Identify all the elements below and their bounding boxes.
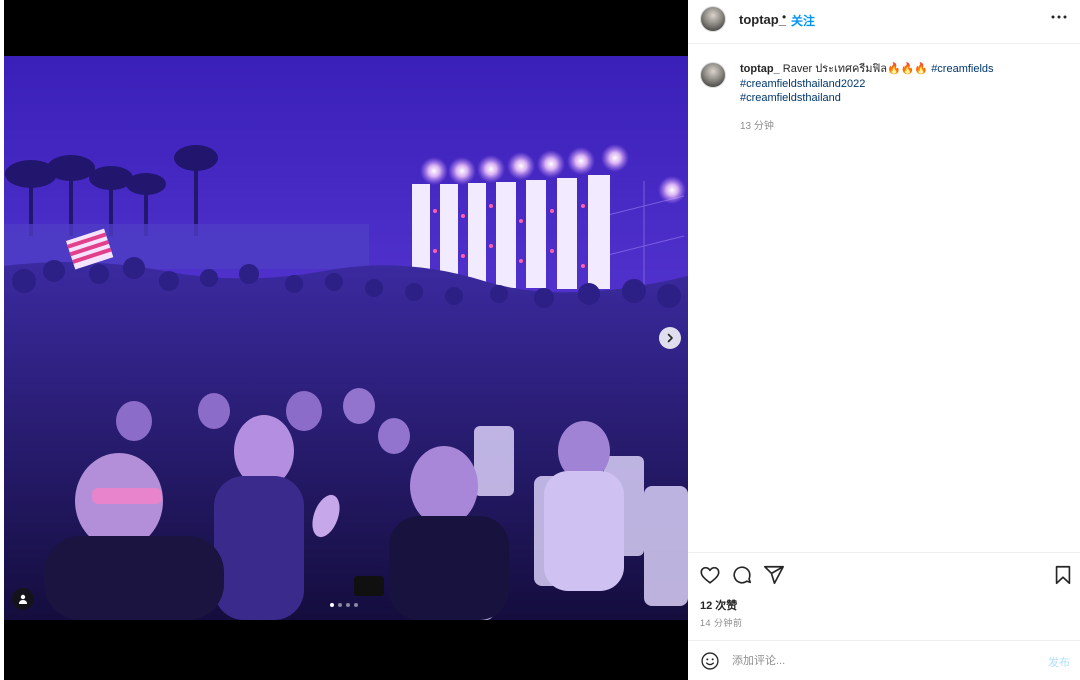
hashtag-link[interactable]: #creamfieldsthailand [740,92,841,104]
comment-input[interactable] [732,652,1032,670]
post-header: toptap_ • 关注 [688,0,1080,44]
caption-username[interactable]: toptap_ [740,63,780,75]
follow-button[interactable]: 关注 [791,12,815,29]
carousel-dot [346,603,350,607]
carousel-dot [338,603,342,607]
emoji-icon[interactable] [700,651,720,671]
post-timestamp: 14 分钟前 [700,618,743,628]
comment-icon[interactable] [731,564,753,586]
hashtag-link[interactable]: #creamfields [931,63,993,75]
separator-dot: • [782,10,787,24]
carousel-dot [330,603,334,607]
next-photo-button[interactable] [659,327,681,349]
bookmark-icon[interactable] [1052,564,1074,586]
publish-button[interactable]: 发布 [1048,654,1070,670]
user-tag-icon [19,594,27,604]
carousel-dot [354,603,358,607]
send-icon[interactable] [763,564,785,586]
post-media [4,0,688,680]
comment-bar: 发布 [688,640,1080,680]
post-username[interactable]: toptap_ [739,12,786,27]
hashtag-link[interactable]: #creamfieldsthailand2022 [740,78,865,90]
more-horizontal-icon[interactable] [1050,8,1068,26]
caption-avatar[interactable] [700,62,726,88]
carousel-indicator [330,603,358,607]
concert-crowd-photo [4,56,688,620]
caption-timestamp: 13 分钟 [740,121,774,132]
caption-text: toptap_ Raver ประเทศครีมฟิล🔥🔥🔥 #creamfie… [740,62,1070,106]
post-photo[interactable] [4,56,688,620]
avatar[interactable] [700,6,726,32]
post-actions: 12 次赞 14 分钟前 [688,552,1080,640]
post-side-panel: toptap_ • 关注 toptap_ Raver ประเทศครีมฟิล… [688,0,1080,680]
like-count[interactable]: 12 次赞 [700,597,737,613]
caption-body: Raver ประเทศครีมฟิล🔥🔥🔥 [782,63,929,75]
chevron-right-icon [667,333,673,343]
user-tags-button[interactable] [12,588,34,610]
heart-icon[interactable] [699,564,721,586]
